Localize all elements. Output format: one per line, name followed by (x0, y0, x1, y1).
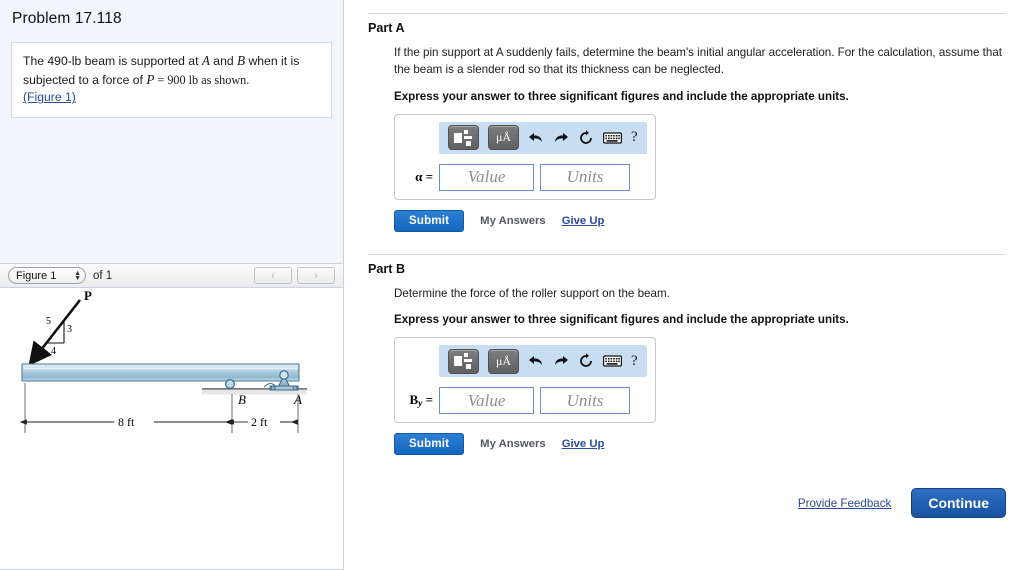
part-a-field-row: α = Value Units (403, 163, 647, 191)
part-b-answer-widget: μÅ ? By = Value Units (394, 337, 656, 424)
figure-nav-group: ‹ › (254, 267, 335, 284)
part-b-submit-row: Submit My Answers Give Up (394, 433, 1006, 456)
figure-next-button[interactable]: › (297, 267, 335, 284)
statement-text-eq: = 900 lb as shown. (154, 72, 250, 87)
statement-var-b: B (237, 53, 246, 68)
roller-support-b (225, 378, 236, 389)
page-root: Problem 17.118 The 490-lb beam is suppor… (0, 0, 1024, 570)
figure-count-label: of 1 (93, 269, 113, 282)
page-title: Problem 17.118 (12, 10, 122, 27)
support-label-a: A (293, 392, 302, 407)
reset-circular-arrow-icon[interactable] (578, 353, 594, 369)
figure-toolbar: Figure 1 ▲ ▼ of 1 ‹ › (0, 263, 343, 288)
micro-angstrom-units-icon[interactable]: μÅ (488, 348, 519, 374)
part-a-heading: Part A (368, 21, 405, 35)
part-b-give-up-link[interactable]: Give Up (562, 438, 605, 450)
part-a-toolbar: μÅ ? (439, 121, 647, 154)
part-a-my-answers-link[interactable]: My Answers (480, 215, 546, 227)
figure-prev-button[interactable]: ‹ (254, 267, 292, 284)
redo-arrow-icon[interactable] (553, 354, 569, 368)
problem-sidebar: Problem 17.118 The 490-lb beam is suppor… (0, 0, 344, 570)
statement-text-mid: and (209, 54, 238, 68)
help-question-icon[interactable]: ? (631, 353, 638, 370)
spinner-arrows-icon: ▲ ▼ (74, 269, 81, 282)
continue-button[interactable]: Continue (911, 488, 1006, 518)
reset-circular-arrow-icon[interactable] (578, 129, 594, 146)
part-a-submit-button[interactable]: Submit (394, 209, 465, 232)
undo-arrow-icon[interactable] (528, 131, 544, 145)
math-template-icon[interactable] (448, 348, 479, 374)
problem-statement: The 490-lb beam is supported at A and B … (11, 42, 332, 118)
math-template-icon[interactable] (448, 125, 479, 151)
part-a-submit-row: Submit My Answers Give Up (394, 209, 1006, 232)
part-b-instruction: Express your answer to three significant… (394, 313, 849, 327)
part-b-divider (368, 253, 1006, 255)
beam-diagram: P 5 3 4 B A 8 ft 2 ft (2, 288, 342, 523)
figure-canvas: P 5 3 4 B A 8 ft 2 ft (0, 288, 343, 570)
part-a-variable-label: α = (415, 169, 433, 185)
part-a-instruction: Express your answer to three significant… (394, 89, 849, 103)
part-a-answer-widget: μÅ ? α = Value Units (394, 113, 656, 200)
slope-horizontal-label: 4 (51, 346, 56, 357)
beam-body (21, 363, 300, 382)
figure-select-value: Figure 1 (16, 269, 57, 282)
force-label-p: P (84, 288, 92, 303)
part-gap (368, 232, 1006, 254)
part-b-submit-button[interactable]: Submit (394, 433, 465, 456)
part-a-give-up-link[interactable]: Give Up (562, 215, 605, 227)
help-question-icon[interactable]: ? (631, 129, 638, 146)
micro-angstrom-units-icon[interactable]: μÅ (488, 125, 519, 151)
part-b-my-answers-link[interactable]: My Answers (480, 438, 546, 450)
part-a-value-input[interactable]: Value (439, 163, 534, 191)
statement-var-a: A (201, 53, 210, 68)
part-a-divider (368, 13, 1006, 14)
footer-actions: Provide Feedback Continue (798, 488, 1006, 518)
part-b-variable-label: By = (409, 392, 433, 410)
part-b-body: Determine the force of the roller suppor… (368, 285, 1006, 456)
slope-vertical-label: 3 (67, 324, 72, 335)
part-b-question: Determine the force of the roller suppor… (394, 286, 670, 300)
part-b-value-input[interactable]: Value (439, 387, 534, 415)
part-a-body: If the pin support at A suddenly fails, … (368, 44, 1006, 232)
support-label-b: B (238, 392, 246, 407)
keyboard-icon[interactable] (603, 355, 622, 367)
part-a-question: If the pin support at A suddenly fails, … (394, 46, 1003, 77)
part-a-units-input[interactable]: Units (540, 163, 630, 191)
slope-hypotenuse-label: 5 (46, 316, 51, 327)
part-b-toolbar: μÅ ? (439, 345, 647, 378)
beam-diagram-svg: P 5 3 4 B A 8 ft 2 ft (19, 288, 307, 433)
statement-text-pre: The 490-lb beam is supported at (23, 54, 202, 68)
undo-arrow-icon[interactable] (528, 354, 544, 368)
top-spacer (368, 0, 1006, 13)
dimension-label-left: 8 ft (118, 415, 135, 429)
keyboard-icon[interactable] (603, 132, 622, 144)
answer-panel: Part A If the pin support at A suddenly … (344, 0, 1024, 570)
redo-arrow-icon[interactable] (553, 131, 569, 145)
dimension-label-right: 2 ft (251, 415, 268, 429)
figure-select[interactable]: Figure 1 ▲ ▼ (8, 267, 86, 284)
provide-feedback-link[interactable]: Provide Feedback (798, 497, 891, 510)
part-b-field-row: By = Value Units (403, 387, 647, 415)
part-b-units-input[interactable]: Units (540, 387, 630, 415)
figure-link[interactable]: (Figure 1) (23, 90, 76, 104)
part-b-heading: Part B (368, 261, 406, 276)
